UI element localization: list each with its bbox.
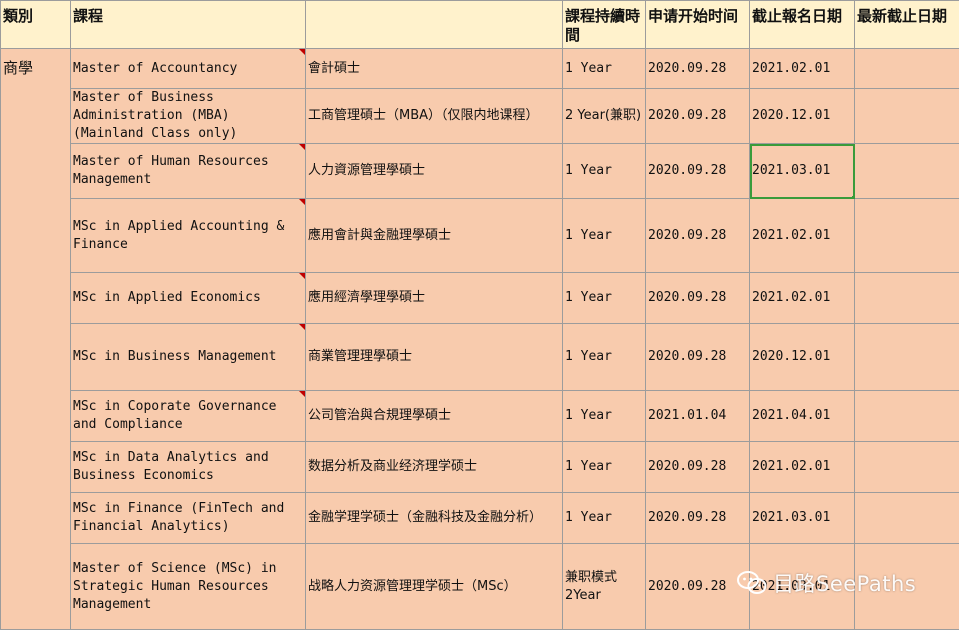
latest-deadline-cell[interactable] <box>855 144 959 199</box>
duration-cell[interactable]: 1 Year <box>563 442 646 493</box>
start-date-cell[interactable]: 2020.09.28 <box>646 544 750 630</box>
latest-deadline-cell[interactable] <box>855 324 959 391</box>
deadline-cell[interactable]: 2021.02.01 <box>750 442 855 493</box>
deadline-cell[interactable]: 2021.02.01 <box>750 273 855 324</box>
header-category[interactable]: 類別 <box>1 1 71 49</box>
course-en-cell[interactable]: MSc in Coporate Governance and Complianc… <box>71 391 306 442</box>
course-en-cell[interactable]: Master of Science (MSc) in Strategic Hum… <box>71 544 306 630</box>
table-row: MSc in Applied Accounting & Finance 應用會計… <box>1 199 959 273</box>
course-en-cell[interactable]: MSc in Finance (FinTech and Financial An… <box>71 493 306 544</box>
duration-cell[interactable]: 1 Year <box>563 199 646 273</box>
table-row: Master of Business Administration (MBA) … <box>1 89 959 144</box>
start-date-cell[interactable]: 2020.09.28 <box>646 199 750 273</box>
course-cn-cell[interactable]: 金融学理学硕士（金融科技及金融分析） <box>306 493 563 544</box>
header-latest-deadline[interactable]: 最新截止日期 <box>855 1 959 49</box>
start-date-cell[interactable]: 2020.09.28 <box>646 89 750 144</box>
latest-deadline-cell[interactable] <box>855 493 959 544</box>
course-cn-cell[interactable]: 商業管理理學碩士 <box>306 324 563 391</box>
duration-cell[interactable]: 1 Year <box>563 144 646 199</box>
table-row: MSc in Finance (FinTech and Financial An… <box>1 493 959 544</box>
header-row: 類別 課程 課程持續時間 申请开始时间 截止報名日期 最新截止日期 <box>1 1 959 49</box>
table-row: 商學 Master of Accountancy 會計碩士 1 Year 202… <box>1 49 959 89</box>
duration-cell[interactable]: 1 Year <box>563 391 646 442</box>
deadline-cell[interactable]: 2020.12.01 <box>750 89 855 144</box>
header-deadline[interactable]: 截止報名日期 <box>750 1 855 49</box>
wechat-icon <box>737 570 767 596</box>
course-en-cell[interactable]: Master of Business Administration (MBA) … <box>71 89 306 144</box>
course-cn-cell[interactable]: 會計碩士 <box>306 49 563 89</box>
deadline-cell[interactable]: 2021.03.01 <box>750 493 855 544</box>
course-cn-cell[interactable]: 應用經濟學理學碩士 <box>306 273 563 324</box>
course-cn-cell[interactable]: 應用會計與金融理學碩士 <box>306 199 563 273</box>
course-en-cell[interactable]: Master of Accountancy <box>71 49 306 89</box>
start-date-cell[interactable]: 2020.09.28 <box>646 493 750 544</box>
deadline-cell[interactable]: 2020.12.01 <box>750 324 855 391</box>
header-duration[interactable]: 課程持續時間 <box>563 1 646 49</box>
start-date-cell[interactable]: 2020.09.28 <box>646 324 750 391</box>
course-cn-cell[interactable]: 数据分析及商业经济理学硕士 <box>306 442 563 493</box>
course-cn-cell[interactable]: 战略人力资源管理理学硕士（MSc） <box>306 544 563 630</box>
table-row: Master of Human Resources Management 人力資… <box>1 144 959 199</box>
course-en-cell[interactable]: MSc in Business Management <box>71 324 306 391</box>
category-cell[interactable]: 商學 <box>1 49 71 630</box>
start-date-cell[interactable]: 2020.09.28 <box>646 273 750 324</box>
deadline-cell-selected[interactable]: 2021.03.01 <box>750 144 855 199</box>
table-row: MSc in Business Management 商業管理理學碩士 1 Ye… <box>1 324 959 391</box>
start-date-cell[interactable]: 2020.09.28 <box>646 49 750 89</box>
table-row: MSc in Coporate Governance and Complianc… <box>1 391 959 442</box>
duration-cell[interactable]: 1 Year <box>563 493 646 544</box>
deadline-cell[interactable]: 2021.02.01 <box>750 199 855 273</box>
course-en-cell[interactable]: Master of Human Resources Management <box>71 144 306 199</box>
header-course-cn[interactable] <box>306 1 563 49</box>
start-date-cell[interactable]: 2020.09.28 <box>646 144 750 199</box>
latest-deadline-cell[interactable] <box>855 273 959 324</box>
course-en-cell[interactable]: MSc in Data Analytics and Business Econo… <box>71 442 306 493</box>
latest-deadline-cell[interactable] <box>855 199 959 273</box>
course-cn-cell[interactable]: 工商管理碩士（MBA）（仅限内地课程） <box>306 89 563 144</box>
header-course[interactable]: 課程 <box>71 1 306 49</box>
start-date-cell[interactable]: 2021.01.04 <box>646 391 750 442</box>
table-row: MSc in Applied Economics 應用經濟學理學碩士 1 Yea… <box>1 273 959 324</box>
deadline-cell[interactable]: 2021.02.01 <box>750 49 855 89</box>
duration-cell[interactable]: 2 Year(兼职) <box>563 89 646 144</box>
watermark-text: 目路SeePaths <box>773 568 916 598</box>
table-row: MSc in Data Analytics and Business Econo… <box>1 442 959 493</box>
latest-deadline-cell[interactable] <box>855 49 959 89</box>
course-cn-cell[interactable]: 公司管治與合規理學碩士 <box>306 391 563 442</box>
seepaths-watermark: 目路SeePaths <box>737 566 916 600</box>
course-en-cell[interactable]: MSc in Applied Accounting & Finance <box>71 199 306 273</box>
course-cn-cell[interactable]: 人力資源管理學碩士 <box>306 144 563 199</box>
latest-deadline-cell[interactable] <box>855 391 959 442</box>
start-date-cell[interactable]: 2020.09.28 <box>646 442 750 493</box>
deadline-cell[interactable]: 2021.04.01 <box>750 391 855 442</box>
header-app-start[interactable]: 申请开始时间 <box>646 1 750 49</box>
spreadsheet-grid: 類別 課程 課程持續時間 申请开始时间 截止報名日期 最新截止日期 商學 Mas… <box>0 0 959 630</box>
duration-cell[interactable]: 1 Year <box>563 49 646 89</box>
latest-deadline-cell[interactable] <box>855 442 959 493</box>
duration-cell[interactable]: 1 Year <box>563 324 646 391</box>
duration-cell[interactable]: 兼职模式 2Year <box>563 544 646 630</box>
duration-cell[interactable]: 1 Year <box>563 273 646 324</box>
latest-deadline-cell[interactable] <box>855 89 959 144</box>
course-en-cell[interactable]: MSc in Applied Economics <box>71 273 306 324</box>
